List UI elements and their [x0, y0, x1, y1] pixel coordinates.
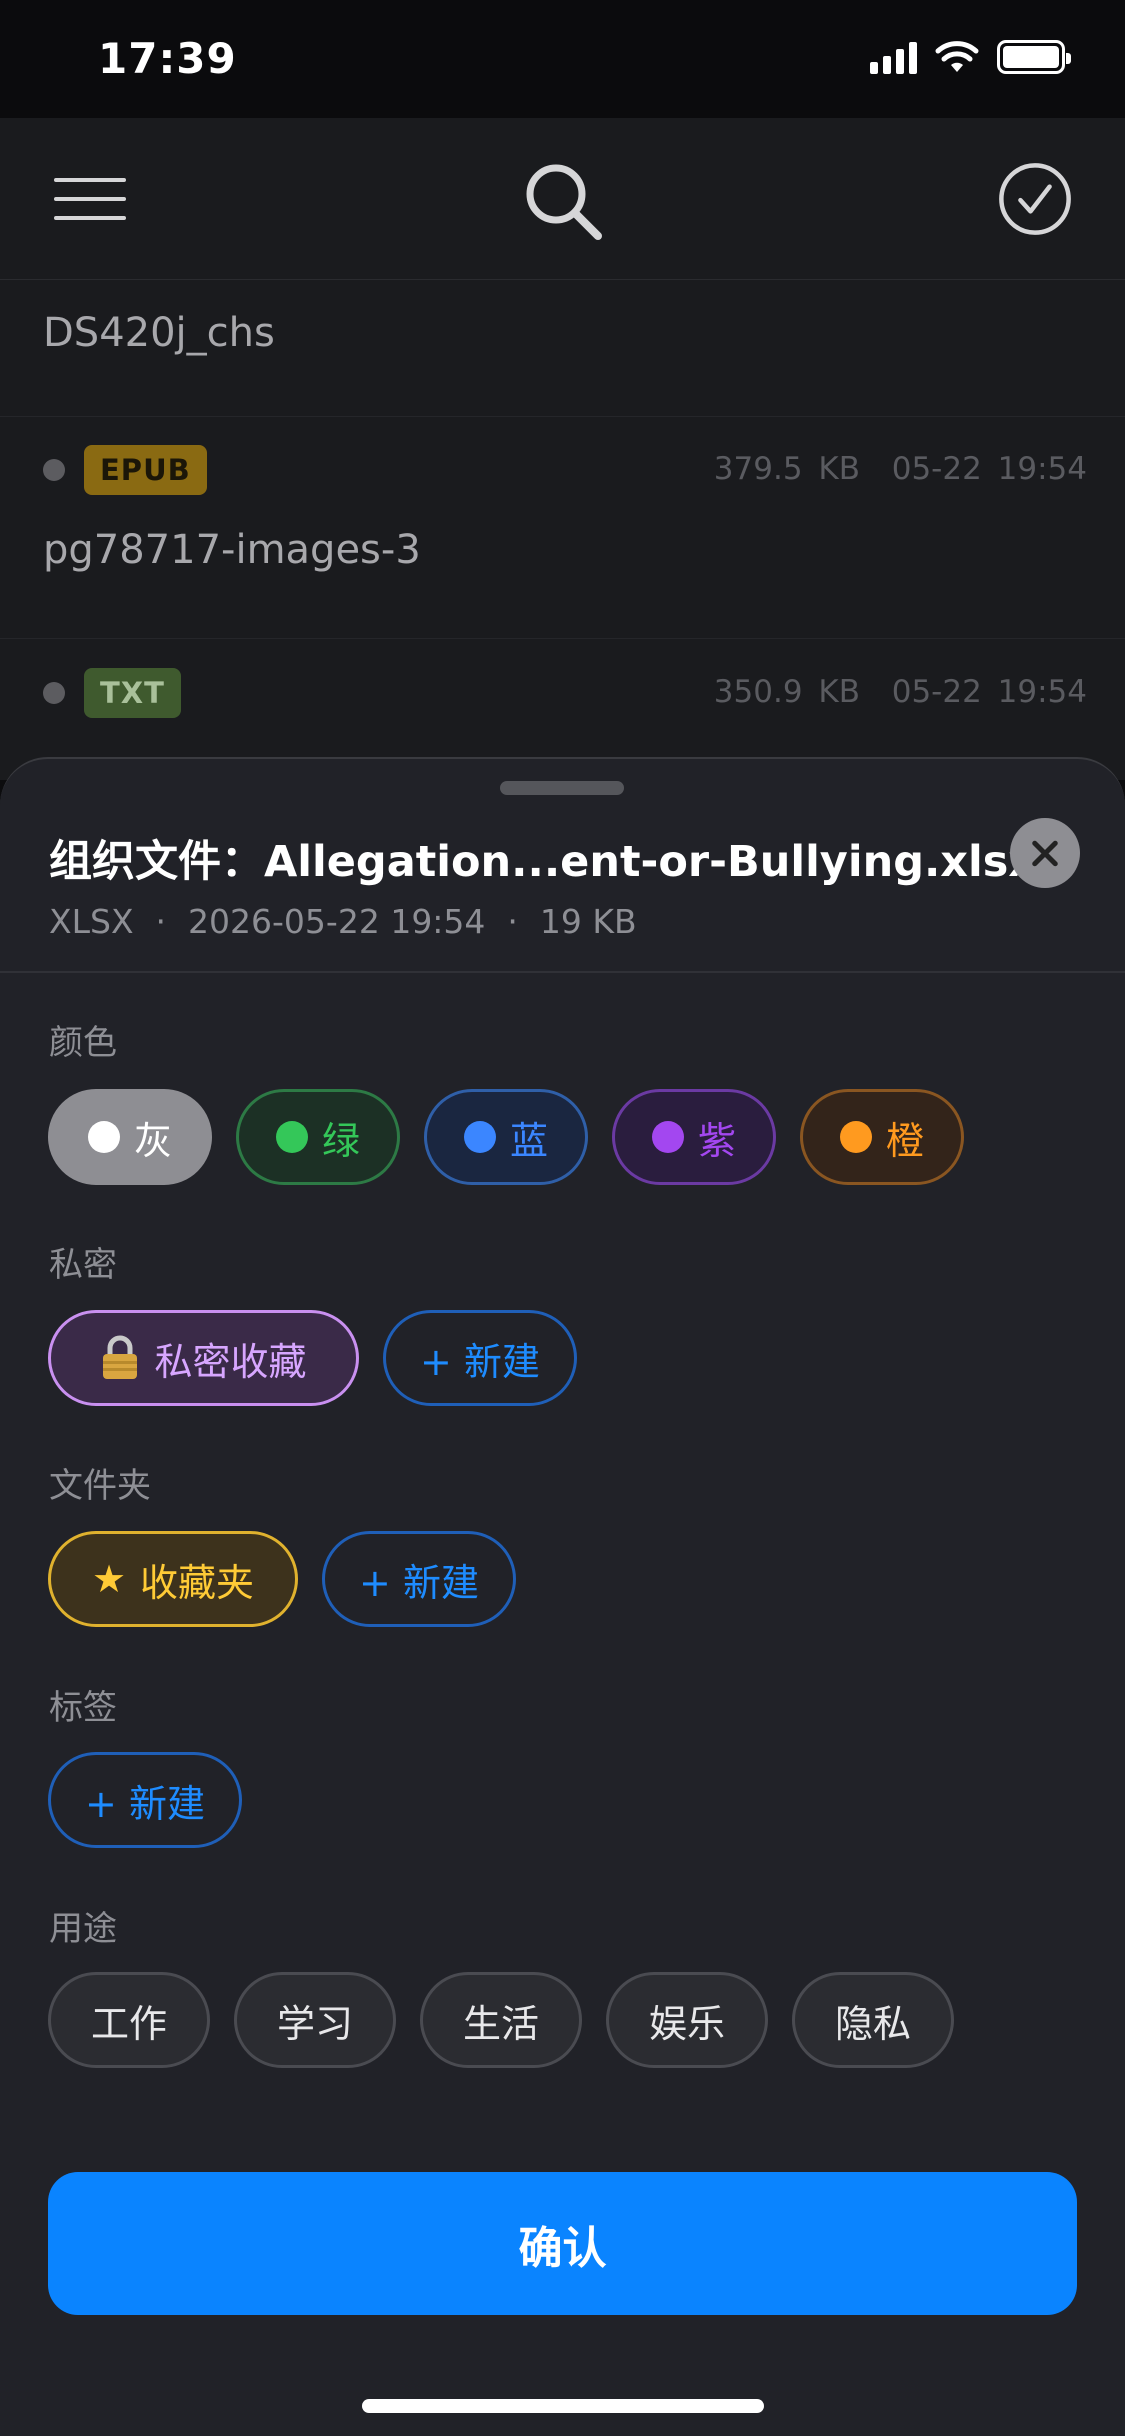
usage-section-label: 用途: [49, 1909, 117, 1949]
file-name: pg78717-images-3: [43, 527, 421, 573]
usage-chip-study[interactable]: 学习: [234, 1972, 396, 2068]
color-dot: [275, 1121, 308, 1153]
file-size: 19 KB: [539, 902, 637, 941]
file-date: 05-22 19:54: [891, 451, 1087, 487]
sheet-title: 组织文件：Allegation...ent-or-Bullying.xlsx: [49, 837, 1037, 887]
list-item[interactable]: EPUB 379.5 KB 05-22 19:54 pg78717-images…: [0, 417, 1125, 639]
tag-options: + 新建: [48, 1752, 242, 1848]
lock-icon: [103, 1335, 138, 1379]
usage-chip-work[interactable]: 工作: [48, 1972, 210, 2068]
file-date: 05-22 19:54: [891, 674, 1087, 710]
cellular-signal-icon: [870, 40, 917, 74]
color-dot: [463, 1121, 496, 1153]
color-chip-orange[interactable]: 橙: [800, 1089, 964, 1185]
color-dot: [651, 1121, 684, 1153]
wifi-icon: [935, 41, 979, 72]
new-tag-button[interactable]: + 新建: [48, 1752, 242, 1848]
usage-chip-life[interactable]: 生活: [420, 1972, 582, 2068]
file-meta: 379.5 KB 05-22 19:54: [714, 451, 1087, 487]
color-section-label: 颜色: [49, 1023, 117, 1063]
status-bar: 17:39: [0, 0, 1125, 118]
folder-section-label: 文件夹: [49, 1466, 151, 1506]
search-icon[interactable]: [520, 158, 606, 244]
file-name: DS420j_chs: [43, 310, 275, 356]
favorites-folder-chip[interactable]: ★ 收藏夹: [48, 1531, 298, 1627]
color-chip-purple[interactable]: 紫: [612, 1089, 776, 1185]
private-section-label: 私密: [49, 1245, 117, 1285]
new-folder-button[interactable]: + 新建: [322, 1531, 516, 1627]
private-options: 私密收藏 + 新建: [48, 1310, 577, 1406]
usage-chip-privacy[interactable]: 隐私: [792, 1972, 954, 2068]
sheet-grabber[interactable]: [500, 781, 624, 795]
status-time: 17:39: [98, 34, 237, 83]
file-type-badge: EPUB: [84, 445, 207, 495]
home-indicator: [362, 2399, 764, 2413]
battery-icon: [997, 40, 1071, 74]
menu-icon[interactable]: [54, 178, 126, 220]
folder-options: ★ 收藏夹 + 新建: [48, 1531, 516, 1627]
file-meta: 350.9 KB 05-22 19:54: [714, 674, 1087, 710]
close-icon[interactable]: [1010, 818, 1080, 888]
private-collection-chip[interactable]: 私密收藏: [48, 1310, 359, 1406]
file-info: XLSX · 2026-05-22 19:54 · 19 KB: [49, 902, 637, 941]
confirm-button[interactable]: 确认: [48, 2172, 1077, 2315]
tag-section-label: 标签: [49, 1688, 117, 1728]
file-type: XLSX: [49, 902, 134, 941]
divider: [0, 971, 1125, 973]
nav-bar: [0, 118, 1125, 280]
color-dot: [43, 459, 65, 481]
usage-chip-entertainment[interactable]: 娱乐: [606, 1972, 768, 2068]
file-size: 350.9 KB: [713, 674, 860, 710]
file-size: 379.5 KB: [713, 451, 860, 487]
organize-file-sheet: 组织文件：Allegation...ent-or-Bullying.xlsx X…: [0, 757, 1125, 2436]
file-type-badge: TXT: [84, 668, 181, 718]
file-list: DS420j_chs EPUB 379.5 KB 05-22 19:54 pg7…: [0, 280, 1125, 780]
color-dot: [839, 1121, 872, 1153]
list-item[interactable]: DS420j_chs: [0, 280, 1125, 417]
color-chip-blue[interactable]: 蓝: [424, 1089, 588, 1185]
status-icons: [870, 40, 1071, 74]
usage-options: 工作 学习 生活 娱乐 隐私: [48, 1972, 954, 2068]
color-chip-gray[interactable]: 灰: [48, 1089, 212, 1185]
select-check-icon[interactable]: [998, 162, 1072, 236]
new-private-button[interactable]: + 新建: [383, 1310, 577, 1406]
star-icon: ★: [91, 1557, 127, 1601]
file-date: 2026-05-22 19:54: [188, 902, 486, 941]
color-dot: [87, 1121, 120, 1153]
color-chip-green[interactable]: 绿: [236, 1089, 400, 1185]
color-dot: [43, 682, 65, 704]
color-options: 灰 绿 蓝 紫 橙: [48, 1089, 964, 1185]
